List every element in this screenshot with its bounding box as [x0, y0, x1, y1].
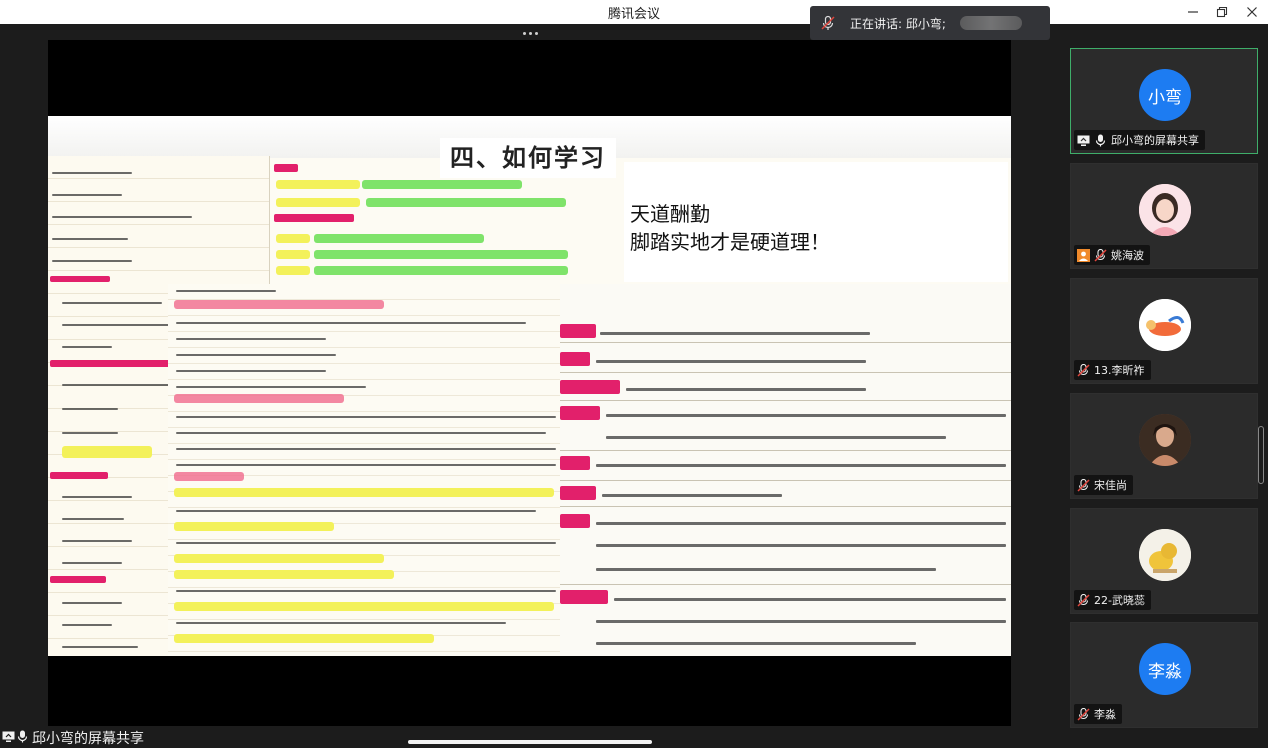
meeting-window: 腾讯会议 正在讲话: 邱小弯; 四、如何学习 天道酬勤 脚踏实地才是硬道理！ 邱… [0, 0, 1268, 748]
participant-tile[interactable]: 宋佳尚 [1070, 393, 1258, 499]
mic-muted-icon [1077, 363, 1090, 377]
participant-nameplate: 宋佳尚 [1074, 475, 1133, 495]
close-button[interactable] [1237, 0, 1267, 24]
participant-nameplate: 李淼 [1074, 704, 1122, 724]
handwritten-notes-right [560, 284, 1011, 656]
avatar [1139, 529, 1191, 581]
quote-line-2: 脚踏实地才是硬道理！ [630, 230, 830, 254]
avatar-text: 李淼 [1148, 661, 1182, 682]
window-title: 腾讯会议 [607, 7, 660, 22]
participant-name: 宋佳尚 [1094, 479, 1127, 492]
participant-tile[interactable]: 13.李昕祚 [1070, 278, 1258, 384]
handwritten-notes-highlights [270, 164, 570, 284]
shared-slide: 四、如何学习 天道酬勤 脚踏实地才是硬道理！ [48, 116, 1011, 656]
mic-muted-icon [1077, 593, 1090, 607]
handwritten-notes-center [168, 284, 568, 656]
title-bar: 腾讯会议 [0, 0, 1268, 24]
participant-sidebar: 小弯 邱小弯的屏幕共享 姚海波 13.李昕祚 宋佳尚 22-武晓蕊 李淼 李淼 [1062, 24, 1268, 748]
user-icon [1077, 248, 1090, 262]
minimize-button[interactable] [1178, 0, 1208, 24]
restore-icon [1216, 6, 1228, 18]
avatar [1139, 299, 1191, 351]
avatar [1139, 414, 1191, 466]
slide-heading: 四、如何学习 [440, 138, 616, 178]
quote-line-1: 天道酬勤 [630, 202, 710, 226]
maximize-button[interactable] [1207, 0, 1237, 24]
participant-tile[interactable]: 小弯 邱小弯的屏幕共享 [1070, 48, 1258, 154]
screen-share-icon [1077, 135, 1090, 146]
screen-share-label-bar: 邱小弯的屏幕共享 [0, 726, 1062, 748]
sidebar-scroll-handle[interactable] [1258, 426, 1264, 484]
participant-nameplate: 姚海波 [1074, 245, 1150, 265]
avatar: 李淼 [1139, 643, 1191, 695]
participant-nameplate: 13.李昕祚 [1074, 360, 1151, 380]
mic-icon [1095, 134, 1106, 146]
mic-icon [17, 730, 28, 743]
screen-share-icon [2, 731, 15, 742]
avatar [1139, 184, 1191, 236]
avatar: 小弯 [1139, 69, 1191, 121]
participant-nameplate: 邱小弯的屏幕共享 [1074, 130, 1205, 150]
speaking-indicator: 正在讲话: 邱小弯; [810, 6, 1050, 40]
mic-muted-icon [1094, 248, 1107, 262]
share-owner-label: 邱小弯的屏幕共享 [32, 731, 144, 747]
user-photo-icon [1139, 529, 1191, 581]
participant-tile[interactable]: 李淼 李淼 [1070, 622, 1258, 728]
participant-name: 22-武晓蕊 [1094, 594, 1145, 607]
mic-muted-icon [1077, 707, 1090, 721]
user-photo-icon [1139, 414, 1191, 466]
participant-tile[interactable]: 22-武晓蕊 [1070, 508, 1258, 614]
slide-quote: 天道酬勤 脚踏实地才是硬道理！ [624, 162, 1008, 282]
horizontal-scrollbar[interactable] [408, 740, 652, 744]
participant-name: 邱小弯的屏幕共享 [1111, 134, 1199, 147]
speaking-label: 正在讲话: 邱小弯; [850, 16, 946, 31]
mic-muted-icon [1077, 478, 1090, 492]
more-options-handle[interactable] [518, 28, 542, 38]
user-photo-icon [1139, 299, 1191, 351]
participant-name: 李淼 [1094, 708, 1116, 721]
share-area-top [48, 40, 1011, 116]
speaker-avatar-blur [959, 16, 1022, 30]
participant-name: 13.李昕祚 [1094, 364, 1145, 377]
participant-nameplate: 22-武晓蕊 [1074, 590, 1151, 610]
close-icon [1247, 7, 1257, 17]
minimize-icon [1188, 11, 1198, 13]
user-photo-icon [1139, 184, 1191, 236]
mic-muted-icon [821, 15, 835, 30]
participant-tile[interactable]: 姚海波 [1070, 163, 1258, 269]
participant-name: 姚海波 [1111, 249, 1144, 262]
share-area-bottom [48, 656, 1011, 726]
avatar-text: 小弯 [1148, 87, 1182, 108]
